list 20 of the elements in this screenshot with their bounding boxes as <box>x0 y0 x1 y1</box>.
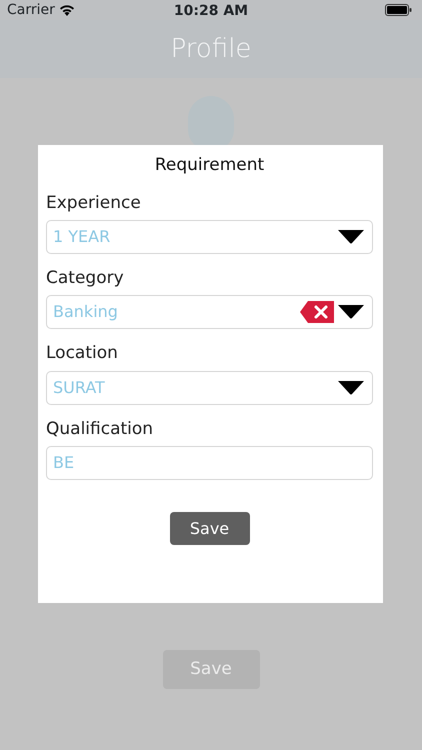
caret-icon[interactable] <box>338 305 364 320</box>
caret-icon[interactable] <box>338 380 364 395</box>
nav-title: Profile <box>170 32 252 66</box>
battery-icon <box>385 4 412 16</box>
dropdown-field[interactable]: 1 YEAR <box>46 220 373 254</box>
dialog-title: Requirement <box>154 154 266 177</box>
carrier-label: Carrier <box>7 0 55 20</box>
dropdown-field[interactable]: Banking <box>46 295 373 330</box>
wifi-icon <box>58 4 75 16</box>
clear-icon[interactable] <box>300 301 334 324</box>
text-field[interactable]: BE <box>46 446 373 480</box>
field-label: Location <box>46 343 119 364</box>
dropdown-field[interactable]: SURAT <box>46 370 373 405</box>
field-label: Qualification <box>46 418 154 440</box>
field-label: Category <box>46 268 125 288</box>
status-time: 10:28 AM <box>174 3 248 19</box>
caret-icon[interactable] <box>338 230 364 244</box>
save-button[interactable]: Save <box>162 650 260 689</box>
field-label: Experience <box>46 192 142 213</box>
save-button[interactable]: Save <box>170 512 250 546</box>
